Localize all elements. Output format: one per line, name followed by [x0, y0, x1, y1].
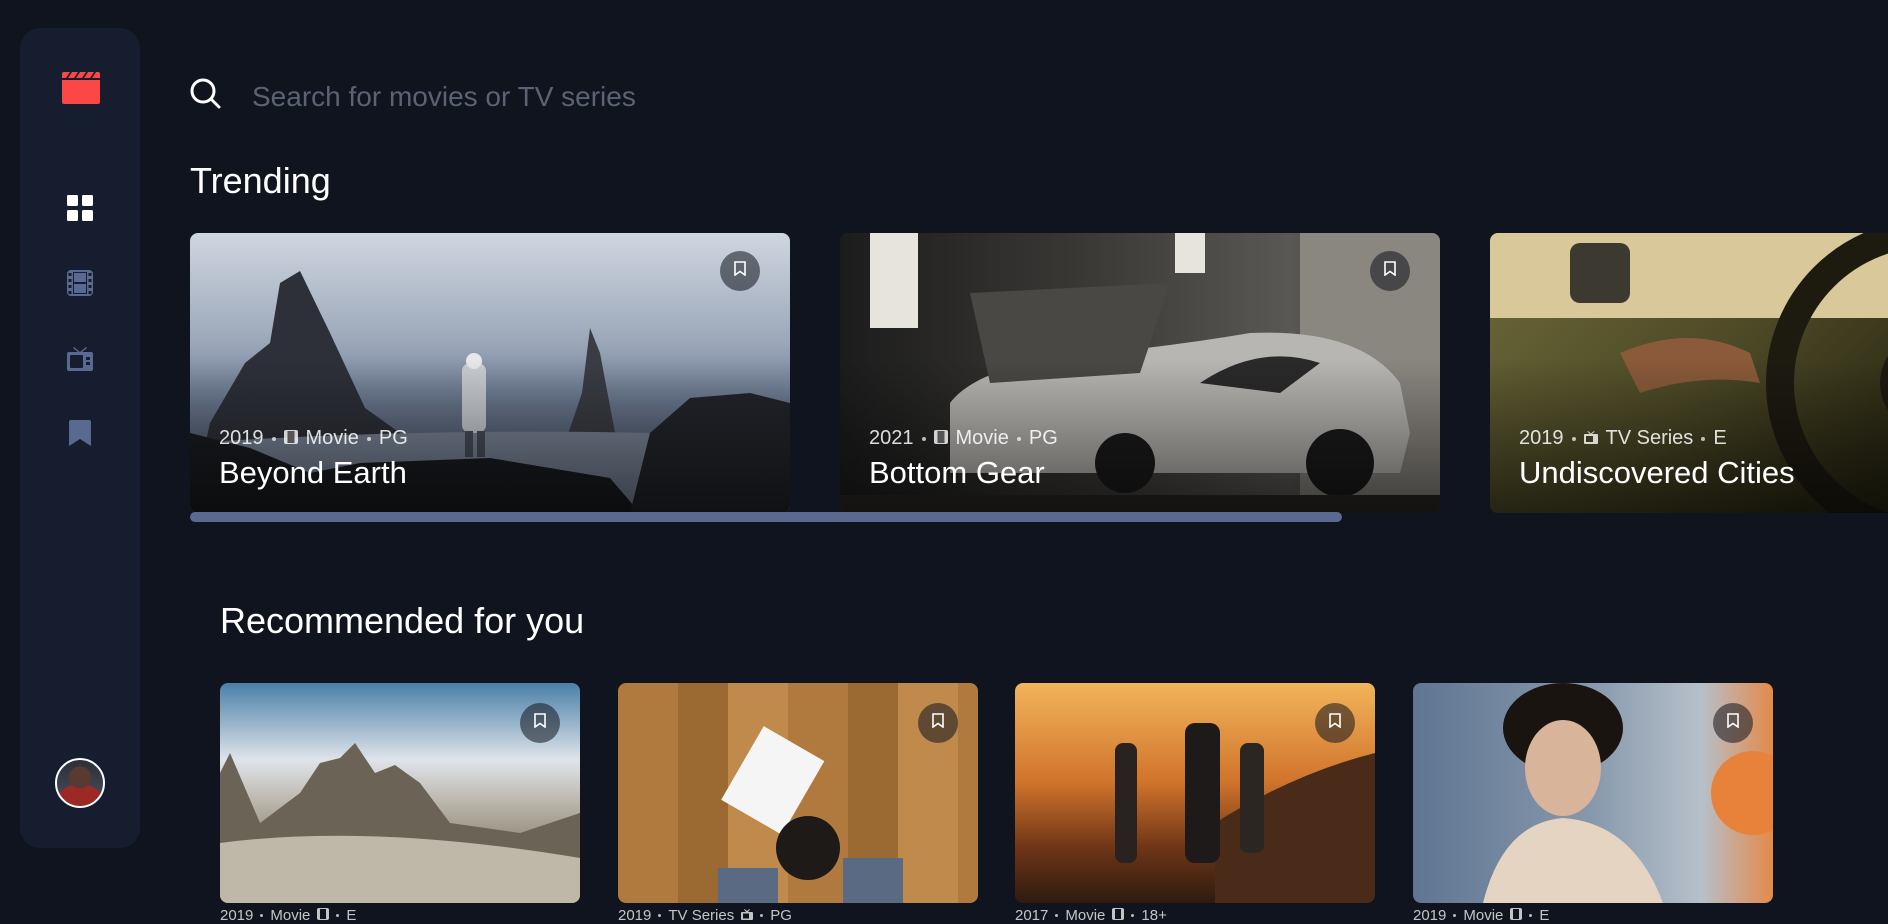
separator-dot — [1016, 436, 1021, 441]
card-category: Movie — [1065, 907, 1106, 924]
card-meta: 2019 Movie E — [220, 907, 356, 924]
bookmark-button[interactable] — [520, 703, 560, 743]
tv-icon — [67, 345, 93, 376]
card-rating: PG — [1028, 427, 1058, 449]
card-meta: 2019 Movie PG — [219, 427, 408, 450]
card-year: 2019 — [1519, 427, 1564, 449]
card-year: 2017 — [1015, 907, 1049, 924]
recommended-card[interactable] — [618, 683, 978, 903]
card-meta: 2019 TV Series E — [1519, 427, 1727, 450]
film-icon — [317, 907, 330, 924]
bookmark-button[interactable] — [720, 251, 760, 291]
separator-dot — [1571, 436, 1576, 441]
nav-tv-series[interactable] — [20, 340, 140, 380]
film-icon — [67, 269, 93, 301]
separator-dot — [366, 436, 371, 441]
search-icon[interactable] — [190, 78, 222, 115]
bookmark-icon — [69, 419, 91, 451]
card-category: Movie — [1463, 907, 1504, 924]
bookmark-button[interactable] — [1370, 251, 1410, 291]
card-meta: 2019 TV Series PG — [618, 907, 792, 924]
card-rating: E — [1713, 427, 1727, 449]
recommended-card[interactable] — [1015, 683, 1375, 903]
nav-bookmarks[interactable] — [20, 415, 140, 455]
card-title: Bottom Gear — [869, 455, 1045, 490]
card-year: 2019 — [219, 427, 264, 449]
separator-dot — [1529, 914, 1533, 917]
card-year: 2019 — [1413, 907, 1447, 924]
search-bar — [190, 78, 952, 115]
recommended-card[interactable] — [220, 683, 580, 903]
separator-dot — [760, 914, 764, 917]
card-category: Movie — [305, 427, 359, 449]
separator-dot — [1453, 914, 1457, 917]
card-rating: PG — [770, 907, 792, 924]
tv-icon — [1583, 427, 1598, 450]
film-icon — [1510, 907, 1523, 924]
card-rating: E — [346, 907, 357, 924]
trending-heading: Trending — [190, 160, 331, 201]
separator-dot — [271, 436, 276, 441]
trending-scrollbar[interactable] — [190, 512, 1342, 522]
tv-icon — [741, 907, 754, 924]
card-year: 2019 — [618, 907, 652, 924]
card-category: TV Series — [1605, 427, 1694, 449]
card-rating: PG — [378, 427, 408, 449]
nav-home[interactable] — [20, 190, 140, 230]
bookmark-outline-icon — [1384, 261, 1396, 281]
card-category: Movie — [270, 907, 311, 924]
card-title: Undiscovered Cities — [1519, 455, 1795, 490]
nav-movies[interactable] — [20, 265, 140, 305]
trending-card[interactable]: 2019 Movie PG Beyond Earth — [190, 233, 790, 513]
card-meta: 2019 Movie E — [1413, 907, 1549, 924]
card-year: 2019 — [220, 907, 254, 924]
trending-card[interactable]: 2019 TV Series E Undiscovered Cities — [1490, 233, 1888, 513]
trending-card[interactable]: 2021 Movie PG Bottom Gear — [840, 233, 1440, 513]
bookmark-outline-icon — [534, 713, 546, 733]
separator-dot — [921, 436, 926, 441]
separator-dot — [1701, 436, 1706, 441]
bookmark-button[interactable] — [1315, 703, 1355, 743]
bookmark-button[interactable] — [918, 703, 958, 743]
sidebar — [20, 28, 140, 848]
card-rating: E — [1539, 907, 1550, 924]
bookmark-outline-icon — [932, 713, 944, 733]
avatar[interactable] — [55, 758, 105, 808]
card-title: Beyond Earth — [219, 455, 407, 490]
separator-dot — [1055, 914, 1059, 917]
separator-dot — [336, 914, 340, 917]
card-category: TV Series — [668, 907, 735, 924]
bookmark-outline-icon — [1329, 713, 1341, 733]
clapperboard-icon[interactable] — [60, 70, 102, 104]
film-icon — [283, 427, 298, 450]
card-year: 2021 — [869, 427, 914, 449]
separator-dot — [658, 914, 662, 917]
separator-dot — [1131, 914, 1135, 917]
card-category: Movie — [955, 427, 1009, 449]
bookmark-button[interactable] — [1713, 703, 1753, 743]
card-meta: 2017 Movie 18+ — [1015, 907, 1167, 924]
recommended-heading: Recommended for you — [220, 600, 585, 641]
bookmark-outline-icon — [734, 261, 746, 281]
search-input[interactable] — [252, 80, 952, 113]
film-icon — [1112, 907, 1125, 924]
separator-dot — [260, 914, 264, 917]
film-icon — [933, 427, 948, 450]
card-rating: 18+ — [1141, 907, 1167, 924]
grid-icon — [67, 194, 93, 226]
recommended-card[interactable] — [1413, 683, 1773, 903]
bookmark-outline-icon — [1727, 713, 1739, 733]
card-meta: 2021 Movie PG — [869, 427, 1058, 450]
trending-carousel[interactable]: 2019 Movie PG Beyond Earth 2021 Movie PG… — [190, 233, 1888, 513]
